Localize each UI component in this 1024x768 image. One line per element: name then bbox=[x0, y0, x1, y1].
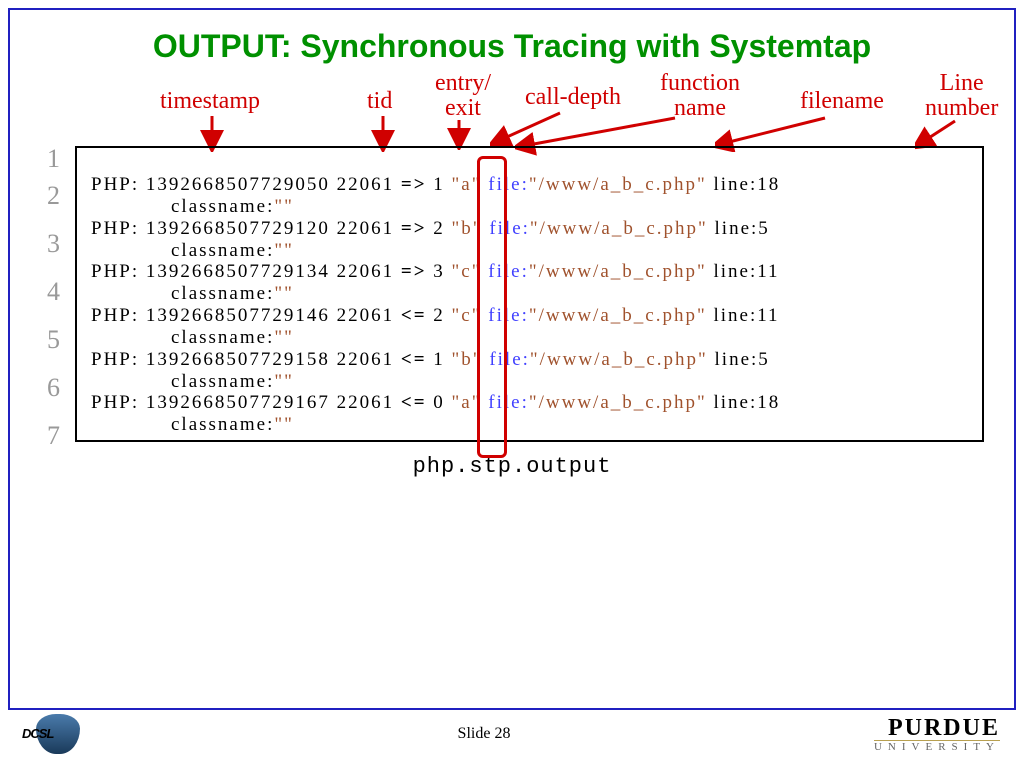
dcsl-logo: DCSL bbox=[24, 712, 94, 756]
call-depth-highlight bbox=[477, 156, 507, 458]
column-labels: timestamp tid entry/ exit call-depth fun… bbox=[75, 71, 984, 146]
output-caption: php.stp.output bbox=[40, 454, 984, 479]
label-entry-exit: entry/ exit bbox=[435, 71, 491, 121]
label-timestamp: timestamp bbox=[160, 89, 260, 114]
line-num: 4 bbox=[47, 268, 62, 316]
line-numbers: 1 2 3 4 5 6 7 bbox=[47, 146, 62, 460]
purdue-text: PPURDUEURDUE bbox=[874, 715, 1000, 742]
university-text: UNIVERSITY bbox=[874, 740, 1000, 753]
label-line-number: Line number bbox=[925, 71, 998, 121]
label-filename: filename bbox=[800, 89, 884, 114]
trace-classname: classname:"" bbox=[171, 283, 968, 305]
line-num: 7 bbox=[47, 412, 62, 460]
trace-output-box: 1 2 3 4 5 6 7 PHP: 1392668507729050 2206… bbox=[75, 146, 984, 442]
trace-row: PHP: 1392668507729167 22061 <= 0 "a" fil… bbox=[91, 392, 968, 414]
trace-row: PHP: 1392668507729134 22061 => 3 "c" fil… bbox=[91, 261, 968, 283]
trace-classname: classname:"" bbox=[171, 240, 968, 262]
line-num: 5 bbox=[47, 316, 62, 364]
label-tid: tid bbox=[367, 89, 392, 114]
line-num: 6 bbox=[47, 364, 62, 412]
trace-classname: classname:"" bbox=[171, 414, 968, 436]
slide-title: OUTPUT: Synchronous Tracing with Systemt… bbox=[40, 28, 984, 65]
trace-classname: classname:"" bbox=[171, 371, 968, 393]
purdue-logo: PPURDUEURDUE UNIVERSITY bbox=[874, 715, 1000, 753]
trace-row: PHP: 1392668507729146 22061 <= 2 "c" fil… bbox=[91, 305, 968, 327]
label-function-name: function name bbox=[660, 71, 740, 121]
trace-row: PHP: 1392668507729158 22061 <= 1 "b" fil… bbox=[91, 349, 968, 371]
slide-footer: DCSL Slide 28 PPURDUEURDUE UNIVERSITY bbox=[0, 712, 1024, 756]
trace-classname: classname:"" bbox=[171, 196, 968, 218]
line-num: 3 bbox=[47, 220, 62, 268]
line-num: 1 bbox=[47, 146, 62, 172]
dcsl-text: DCSL bbox=[22, 726, 53, 741]
trace-row: PHP: 1392668507729050 22061 => 1 "a" fil… bbox=[91, 174, 968, 196]
trace-row: PHP: 1392668507729120 22061 => 2 "b" fil… bbox=[91, 218, 968, 240]
slide-number: Slide 28 bbox=[458, 725, 511, 743]
line-num: 2 bbox=[47, 172, 62, 220]
label-call-depth: call-depth bbox=[525, 85, 621, 110]
trace-classname: classname:"" bbox=[171, 327, 968, 349]
